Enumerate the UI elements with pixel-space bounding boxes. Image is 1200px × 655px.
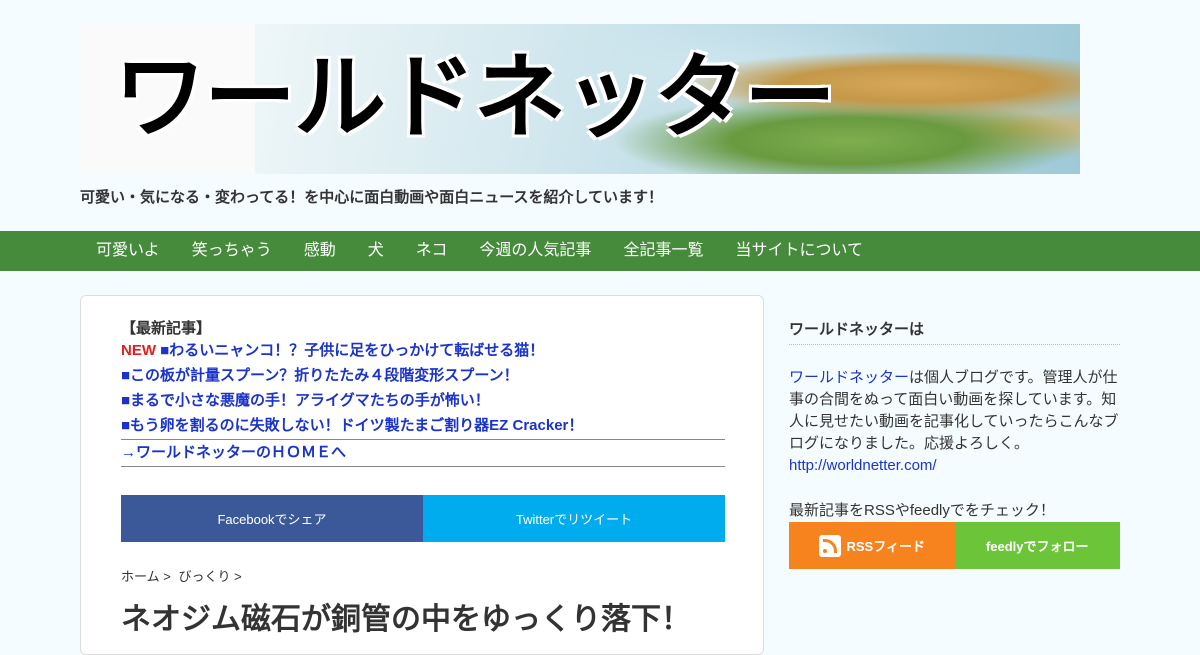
nav-item-about[interactable]: 当サイトについて [719, 231, 879, 271]
home-link[interactable]: →ワールドネッターのＨＯＭＥへ [121, 439, 725, 467]
breadcrumb: ホーム > びっくり > [121, 566, 246, 585]
sidebar-intro-link[interactable]: ワールドネッター [789, 369, 909, 386]
sidebar-heading: ワールドネッターは [789, 318, 1120, 345]
breadcrumb-separator: > [163, 569, 171, 584]
share-buttons: Facebookでシェア Twitterでリツイート [121, 495, 725, 542]
nav-item-cute[interactable]: 可愛いよ [80, 231, 176, 271]
sidebar: ワールドネッターは ワールドネッターは個人ブログです。管理人が仕事の合間をぬって… [789, 318, 1120, 569]
nav-item-funny[interactable]: 笑っちゃう [176, 231, 288, 271]
nav-item-dog[interactable]: 犬 [352, 231, 400, 271]
nav-item-popular[interactable]: 今週の人気記事 [463, 231, 607, 271]
feedly-follow-button[interactable]: feedlyでフォロー [954, 522, 1120, 569]
nav-item-moving[interactable]: 感動 [288, 231, 352, 271]
sidebar-url[interactable]: http://worldnetter.com/ [789, 455, 1120, 477]
twitter-share-button[interactable]: Twitterでリツイート [423, 495, 725, 542]
rss-label: RSSフィード [846, 539, 925, 554]
follow-buttons: RSSフィード feedlyでフォロー [789, 522, 1120, 569]
rss-follow-button[interactable]: RSSフィード [789, 522, 955, 569]
rss-icon [818, 534, 841, 557]
breadcrumb-separator: > [234, 569, 242, 584]
nav-item-cat[interactable]: ネコ [400, 231, 464, 271]
latest-article-link[interactable]: ■もう卵を割るのに失敗しない！ドイツ製たまご割り器EZ Cracker！ [121, 413, 725, 438]
latest-article-link[interactable]: ■まるで小さな悪魔の手！アライグマたちの手が怖い！ [121, 388, 725, 413]
new-badge: NEW [121, 342, 156, 359]
article-title: ■わるいニャンコ！？子供に足をひっかけて転ばせる猫！ [160, 342, 545, 359]
latest-article-link[interactable]: NEW ■わるいニャンコ！？子供に足をひっかけて転ばせる猫！ [121, 338, 725, 363]
post-title: ネオジム磁石が銅管の中をゆっくり落下！ [121, 603, 691, 636]
latest-article-link[interactable]: ■この板が計量スプーン？折りたたみ４段階変形スプーン！ [121, 363, 725, 388]
latest-articles: 【最新記事】 NEW ■わるいニャンコ！？子供に足をひっかけて転ばせる猫！ ■こ… [121, 320, 725, 467]
main-content: 【最新記事】 NEW ■わるいニャンコ！？子供に足をひっかけて転ばせる猫！ ■こ… [80, 295, 764, 655]
site-title: ワールドネッター [114, 44, 836, 151]
header-banner[interactable]: ワールドネッター [80, 24, 1080, 174]
breadcrumb-category[interactable]: びっくり [178, 569, 230, 584]
nav-item-all-articles[interactable]: 全記事一覧 [607, 231, 719, 271]
main-nav: 可愛いよ 笑っちゃう 感動 犬 ネコ 今週の人気記事 全記事一覧 当サイトについ… [0, 231, 1200, 271]
facebook-share-button[interactable]: Facebookでシェア [121, 495, 423, 542]
breadcrumb-home[interactable]: ホーム [121, 569, 160, 584]
latest-heading: 【最新記事】 [121, 320, 212, 337]
site-tagline: 可愛い・気になる・変わってる！を中心に面白動画や面白ニュースを紹介しています！ [80, 189, 664, 206]
sidebar-intro: ワールドネッターは個人ブログです。管理人が仕事の合間をぬって面白い動画を探してい… [789, 367, 1120, 455]
sidebar-check-text: 最新記事をRSSやfeedlyでをチェック！ [789, 502, 1055, 519]
